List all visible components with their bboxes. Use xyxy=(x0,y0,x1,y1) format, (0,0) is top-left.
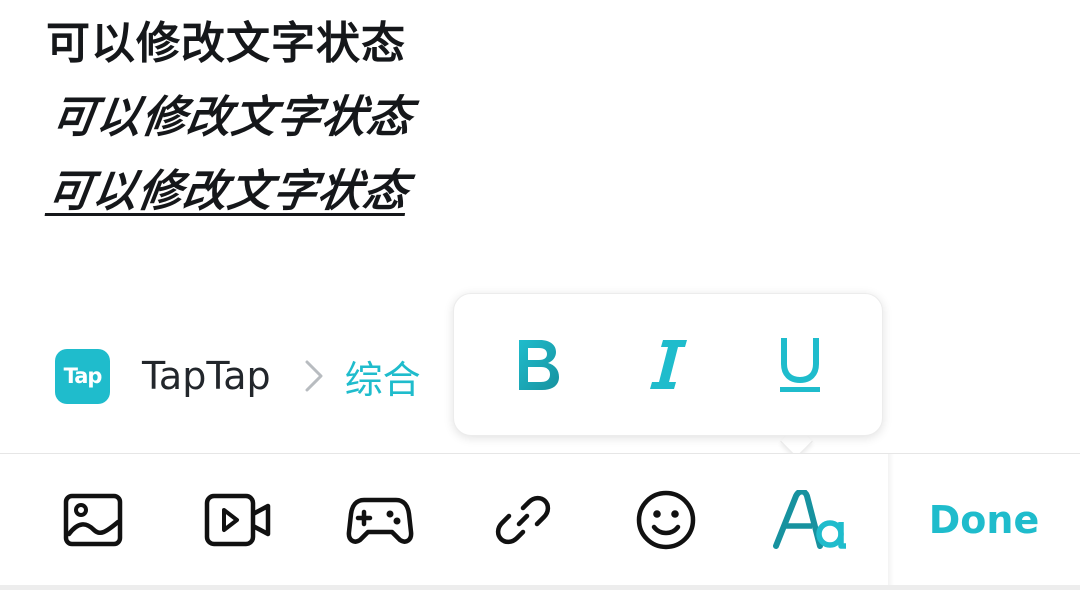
bold-button[interactable] xyxy=(493,324,583,404)
italic-button[interactable] xyxy=(624,324,714,404)
chevron-right-icon xyxy=(301,356,327,396)
insert-emoji-button[interactable] xyxy=(630,484,702,556)
italic-icon xyxy=(650,340,687,389)
breadcrumb-category[interactable]: 综合 xyxy=(345,349,421,404)
insert-video-button[interactable] xyxy=(202,484,274,556)
insert-link-button[interactable] xyxy=(487,484,559,556)
editor-text-line-bold[interactable]: 可以修改文字状态 xyxy=(46,22,406,66)
editor-text-line-underline[interactable]: 可以修改文字状态 xyxy=(44,166,411,217)
done-button[interactable]: Done xyxy=(929,498,1039,542)
link-icon xyxy=(495,495,551,545)
editor-text-line-italic[interactable]: 可以修改文字状态 xyxy=(48,92,415,143)
insert-image-button[interactable] xyxy=(57,484,129,556)
breadcrumb: Tap TapTap 综合 xyxy=(55,348,421,404)
video-icon xyxy=(204,493,271,547)
text-format-icon xyxy=(773,490,846,549)
taptap-logo-text: Tap xyxy=(63,364,103,388)
emoji-icon xyxy=(636,490,696,550)
format-popup xyxy=(453,293,883,436)
breadcrumb-app[interactable]: TapTap xyxy=(142,354,271,398)
insert-game-button[interactable] xyxy=(344,484,416,556)
underline-icon xyxy=(780,338,820,392)
done-area: Done xyxy=(888,454,1080,586)
editor-toolbar: Done xyxy=(0,453,1080,586)
bold-icon xyxy=(519,340,559,390)
post-editor-screen: 可以修改文字状态 可以修改文字状态 可以修改文字状态 Tap TapTap 综合 xyxy=(0,0,1080,590)
image-icon xyxy=(63,493,123,547)
gamepad-icon xyxy=(346,497,414,544)
underline-button[interactable] xyxy=(755,324,845,404)
text-format-button[interactable] xyxy=(772,484,848,556)
bottom-divider xyxy=(0,585,1080,590)
taptap-logo-icon: Tap xyxy=(55,348,110,404)
